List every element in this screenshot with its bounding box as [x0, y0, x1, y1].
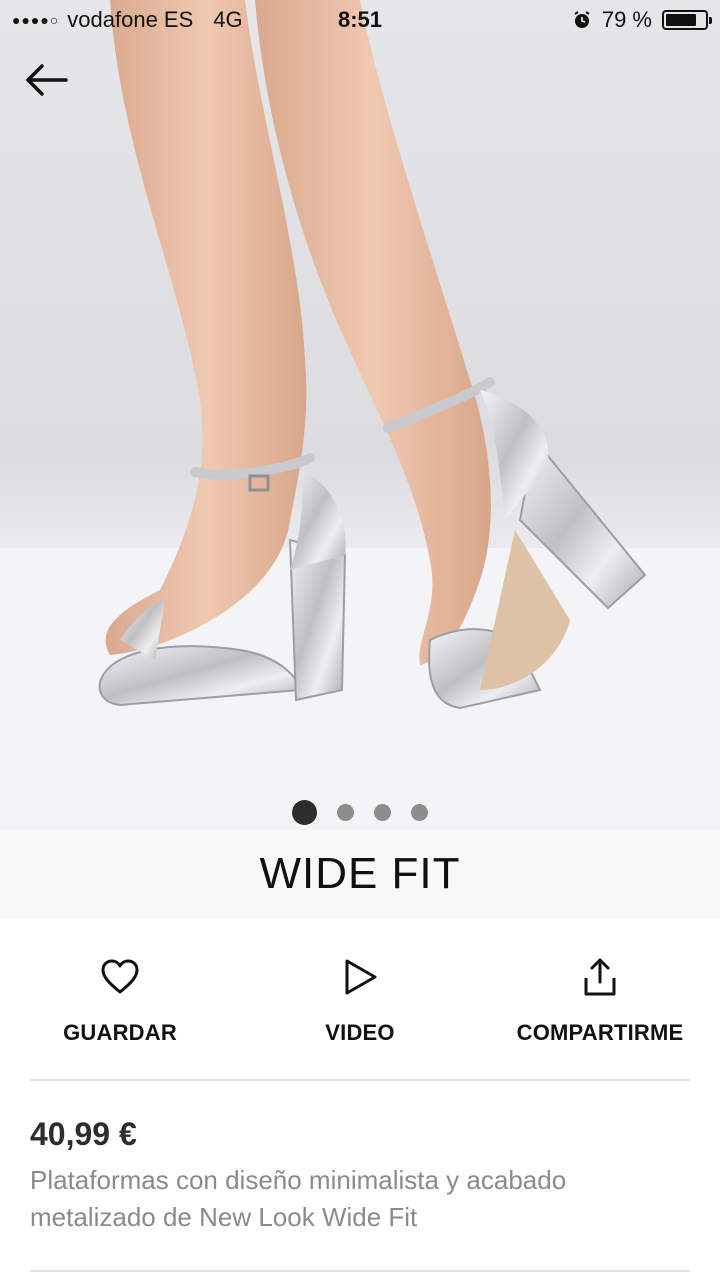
back-button[interactable] [22, 60, 72, 100]
video-button[interactable]: VIDEO [240, 918, 480, 1078]
action-bar: GUARDAR VIDEO COMPARTIRME [0, 918, 720, 1078]
gallery-dot[interactable] [337, 804, 354, 821]
status-bar: ●●●●○ vodafone ES 4G 8:51 79 % [0, 0, 720, 40]
alarm-clock-icon [574, 11, 590, 28]
share-label: COMPARTIRME [516, 1020, 684, 1045]
battery-level [666, 14, 697, 26]
share-button[interactable]: COMPARTIRME [480, 918, 720, 1078]
arrow-left-icon [26, 64, 68, 96]
divider [30, 1079, 690, 1081]
gallery-dot[interactable] [292, 800, 317, 825]
video-label: VIDEO [325, 1020, 395, 1045]
product-image-gallery[interactable]: ●●●●○ vodafone ES 4G 8:51 79 % [0, 0, 720, 830]
save-button[interactable]: GUARDAR [0, 918, 240, 1078]
battery-icon [662, 10, 712, 30]
divider [30, 1270, 690, 1272]
product-price: 40,99 € [30, 1116, 137, 1152]
save-label: GUARDAR [63, 1020, 177, 1045]
product-photo [0, 0, 720, 830]
brand-name: WIDE FIT [259, 849, 461, 898]
gallery-page-indicator[interactable] [0, 800, 720, 825]
heart-icon [101, 959, 139, 994]
gallery-dot[interactable] [411, 804, 428, 821]
play-icon [345, 959, 377, 995]
brand-band: WIDE FIT [0, 830, 720, 918]
product-description: Plataformas con diseño minimalista y aca… [30, 1165, 567, 1232]
battery-percent: 79 % [601, 7, 652, 32]
gallery-dot[interactable] [374, 804, 391, 821]
share-icon [584, 958, 616, 996]
